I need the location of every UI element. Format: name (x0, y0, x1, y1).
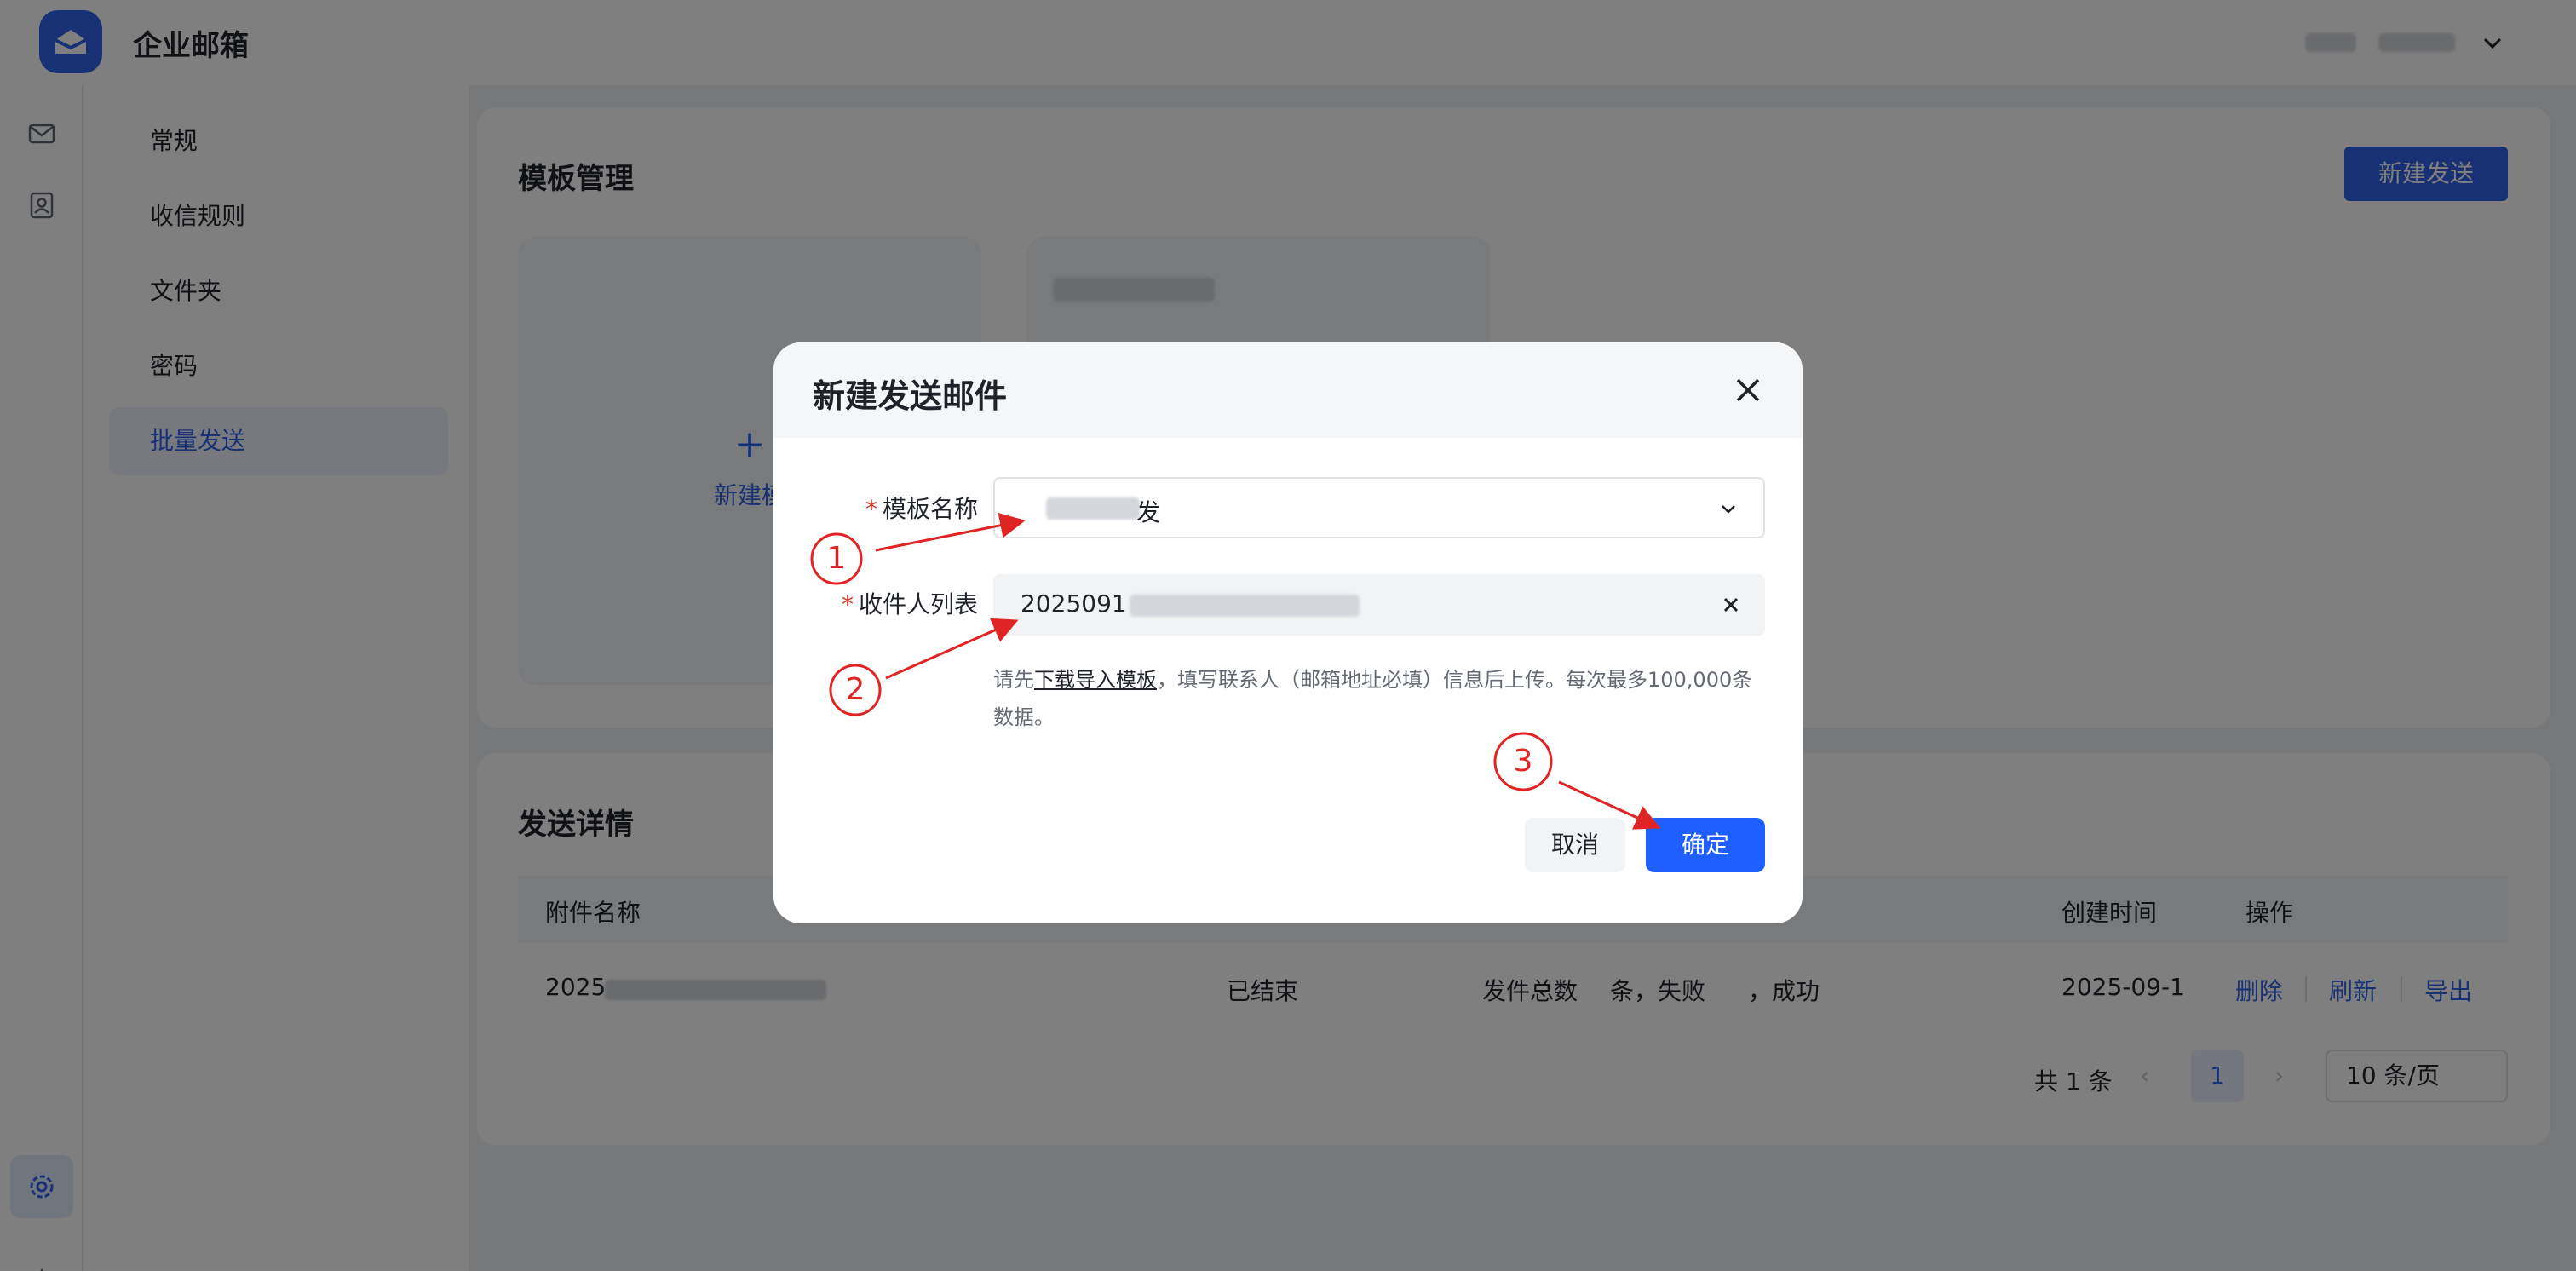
new-send-mail-dialog: 新建发送邮件 * 模板名称 发 * 收件人列表 2025091 请先下载导入模板，填… (773, 342, 1803, 923)
download-template-link[interactable]: 下载导入模板 (1034, 668, 1157, 692)
confirm-button[interactable]: 确定 (1646, 818, 1765, 872)
template-value-redacted (1046, 497, 1140, 520)
recipient-list-label: * 收件人列表 (841, 590, 978, 618)
dialog-header: 新建发送邮件 (773, 342, 1803, 438)
template-name-label: * 模板名称 (865, 495, 978, 523)
annotation-number: 3 (1513, 744, 1533, 779)
required-mark: * (841, 590, 854, 618)
recipient-file-field[interactable]: 2025091 (993, 574, 1765, 636)
template-select[interactable]: 发 (993, 477, 1765, 538)
clear-icon[interactable] (1719, 593, 1743, 617)
cancel-button[interactable]: 取消 (1525, 818, 1625, 872)
upload-hint: 请先下载导入模板，填写联系人（邮箱地址必填）信息后上传。每次最多100,000条… (993, 668, 1753, 729)
recipient-file-name: 2025091 (1021, 589, 1127, 618)
required-mark: * (865, 495, 877, 523)
template-select-value: 发 (1136, 498, 1161, 526)
annotation-number: 2 (845, 672, 865, 707)
chevron-down-icon (1722, 505, 1735, 514)
dialog-title: 新建发送邮件 (813, 377, 1008, 415)
annotation-number: 1 (826, 541, 847, 576)
close-icon[interactable] (1729, 371, 1767, 409)
file-name-redacted (1130, 595, 1360, 617)
